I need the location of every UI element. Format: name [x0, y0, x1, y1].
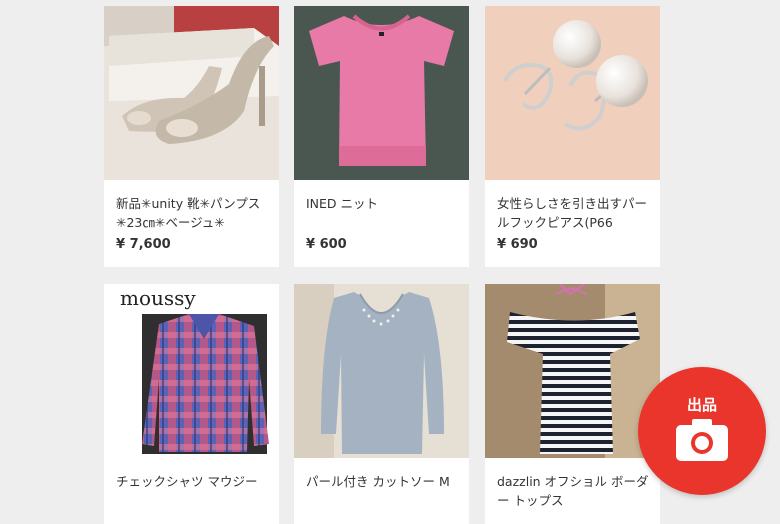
- camera-icon: [676, 419, 728, 461]
- item-title: 新品✳︎unity 靴✳︎パンプス ✳︎23㎝✳︎ベージュ✳︎: [116, 196, 261, 230]
- item-price: ¥ 600: [306, 237, 347, 252]
- item-card-4[interactable]: moussy チェックシャツ マウジー: [104, 284, 279, 524]
- item-price: ¥ 690: [497, 237, 538, 252]
- item-title: 女性らしさを引き出すパールフックピアス(P66: [497, 196, 648, 230]
- item-title: パール付き カットソー M: [306, 474, 450, 489]
- item-card-3[interactable]: 女性らしさを引き出すパールフックピアス(P66 ¥ 690: [485, 6, 660, 267]
- sell-button-label: 出品: [686, 396, 717, 414]
- item-title: dazzlin オフショル ボーダー トップス: [497, 474, 649, 508]
- item-card-6[interactable]: dazzlin オフショル ボーダー トップス: [485, 284, 660, 524]
- item-card-1[interactable]: 新品✳︎unity 靴✳︎パンプス ✳︎23㎝✳︎ベージュ✳︎ ¥ 7,600: [104, 6, 279, 267]
- sell-button[interactable]: 出品: [638, 367, 766, 495]
- item-price: ¥ 7,600: [116, 237, 171, 252]
- item-image-cutsew[interactable]: [294, 284, 469, 458]
- item-image-border-tops[interactable]: [485, 284, 660, 458]
- item-card-5[interactable]: パール付き カットソー M: [294, 284, 469, 524]
- item-image-pumps[interactable]: [104, 6, 279, 180]
- item-image-knit[interactable]: [294, 6, 469, 180]
- item-card-2[interactable]: INED ニット ¥ 600: [294, 6, 469, 267]
- item-image-earrings[interactable]: [485, 6, 660, 180]
- item-image-check-shirt[interactable]: moussy: [104, 284, 279, 458]
- moussy-logo: moussy: [120, 286, 196, 310]
- item-title: チェックシャツ マウジー: [116, 474, 258, 489]
- item-title: INED ニット: [306, 196, 379, 211]
